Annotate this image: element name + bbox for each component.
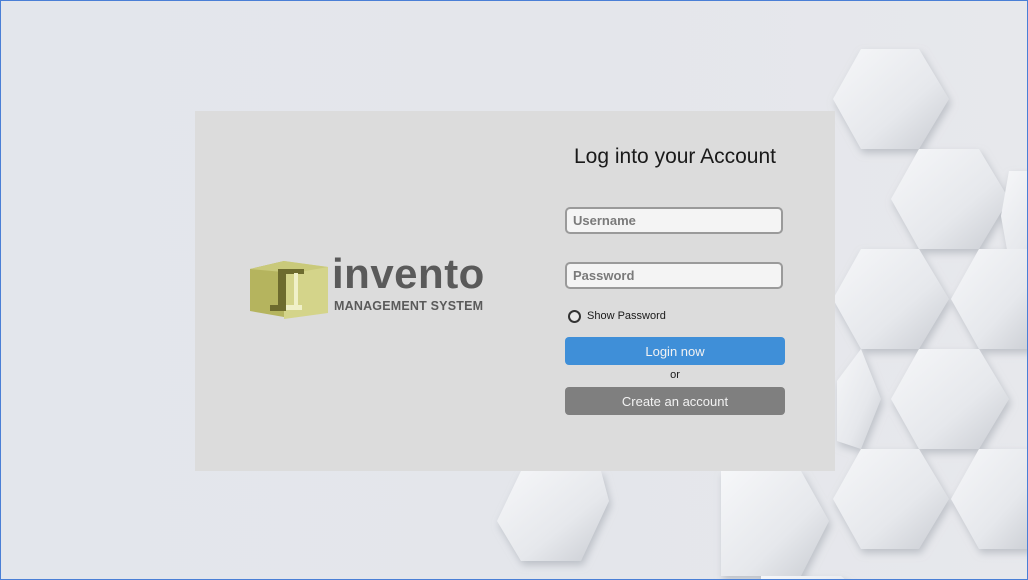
- login-button[interactable]: Login now: [565, 337, 785, 365]
- box-logo-icon: [250, 261, 328, 319]
- show-password-toggle[interactable]: Show Password: [568, 308, 666, 324]
- username-input[interactable]: [565, 207, 783, 234]
- show-password-label: Show Password: [587, 310, 666, 322]
- form-title: Log into your Account: [574, 145, 776, 168]
- logo-wordmark: invento: [332, 250, 485, 297]
- or-separator: or: [670, 369, 680, 381]
- login-card: invento MANAGEMENT SYSTEM Log into your …: [195, 111, 835, 471]
- create-account-button[interactable]: Create an account: [565, 387, 785, 415]
- invento-logo: invento MANAGEMENT SYSTEM: [250, 253, 510, 323]
- radio-circle-icon[interactable]: [568, 309, 581, 323]
- app-window: invento MANAGEMENT SYSTEM Log into your …: [0, 0, 1028, 580]
- logo-subtitle: MANAGEMENT SYSTEM: [334, 299, 484, 313]
- password-input[interactable]: [565, 262, 783, 289]
